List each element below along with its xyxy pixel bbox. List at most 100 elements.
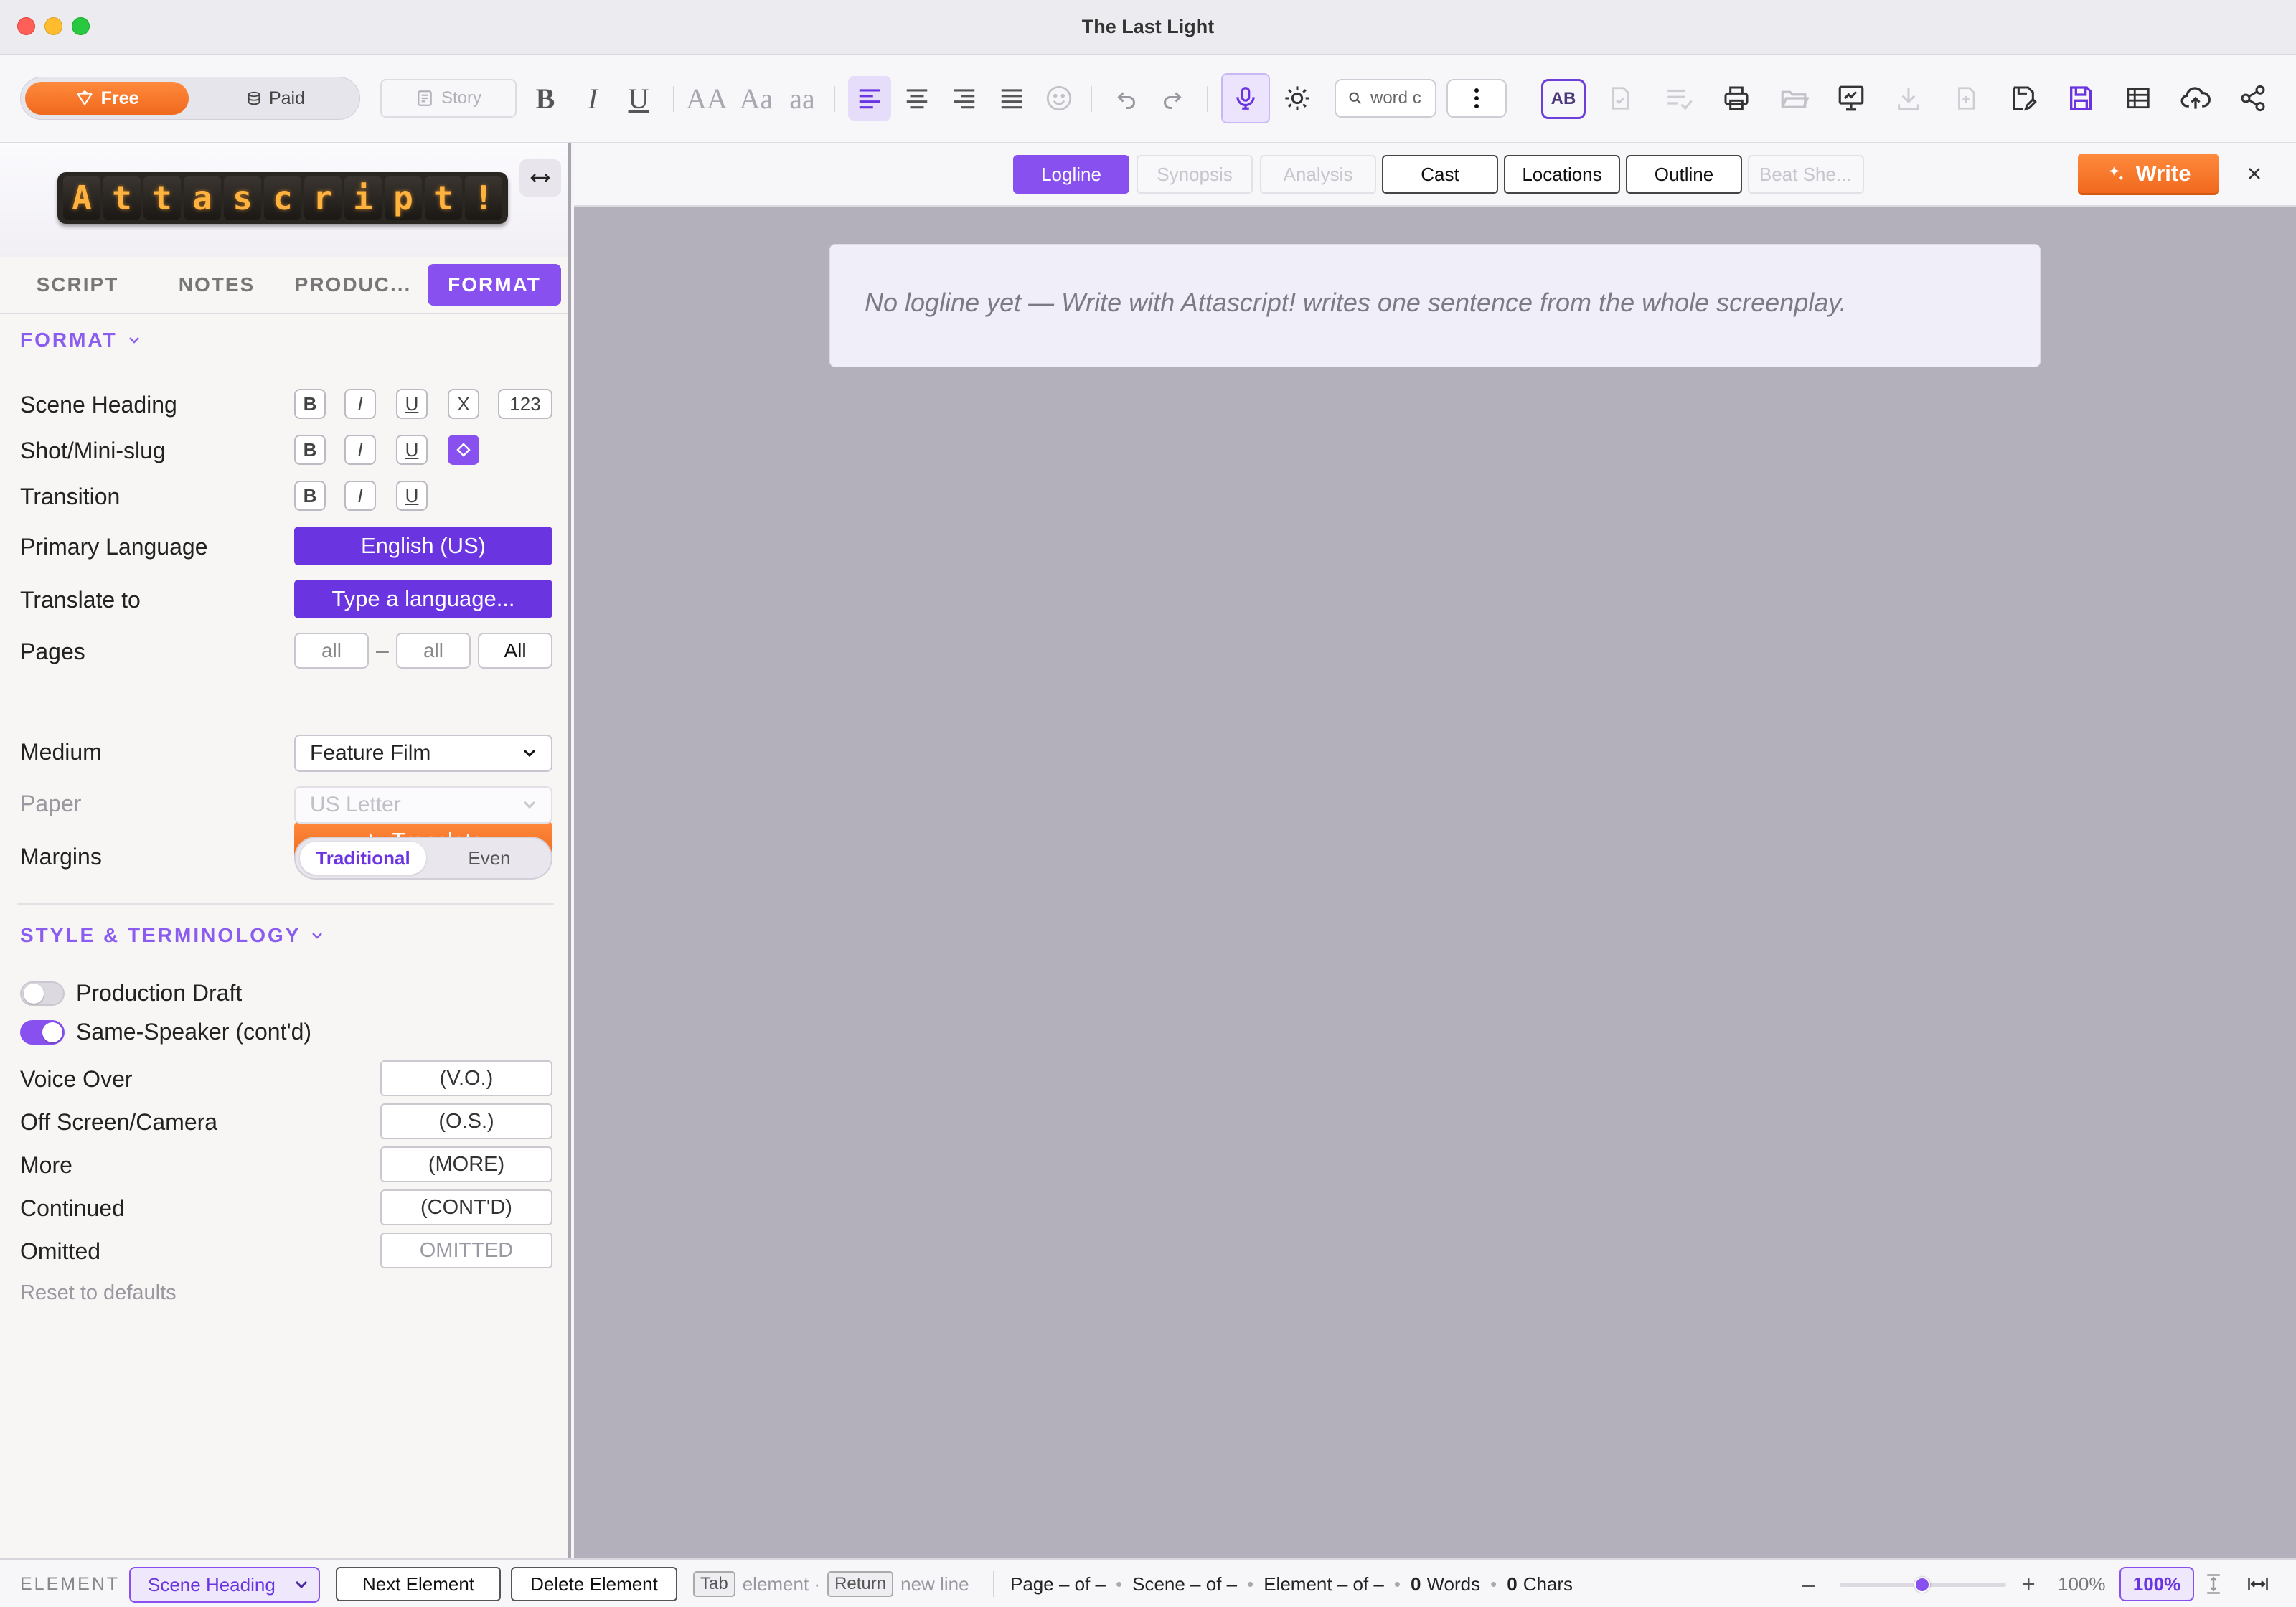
more-options-button[interactable] xyxy=(1446,79,1507,118)
fit-width-button[interactable] xyxy=(2246,1560,2270,1607)
scene-numbering-button[interactable]: 123 xyxy=(498,389,552,419)
scene-heading-underline-button[interactable]: U xyxy=(396,389,428,419)
lowercase-button[interactable]: aa xyxy=(782,79,822,118)
uppercase-button[interactable]: AA xyxy=(684,79,729,118)
primary-language-select[interactable]: English (US) xyxy=(294,527,552,565)
tab-logline[interactable]: Logline xyxy=(1013,155,1129,194)
cloud-upload-button[interactable] xyxy=(2174,76,2217,121)
plan-paid-option[interactable]: Paid xyxy=(200,82,351,115)
tab-production[interactable]: PRODUC... xyxy=(287,264,419,306)
margins-traditional-option[interactable]: Traditional xyxy=(300,842,426,875)
theme-button[interactable] xyxy=(1276,76,1319,121)
transition-bold-button[interactable]: B xyxy=(294,481,326,511)
next-element-button[interactable]: Next Element xyxy=(336,1567,501,1601)
toolbar-divider xyxy=(1207,86,1208,112)
logline-placeholder: No logline yet — Write with Attascript! … xyxy=(865,288,1847,317)
zoom-out-button[interactable]: – xyxy=(1802,1560,1815,1607)
zoom-slider-handle[interactable] xyxy=(1914,1577,1930,1593)
track-changes-button[interactable] xyxy=(1599,76,1642,121)
checklist-button[interactable] xyxy=(1657,76,1700,121)
spellcheck-button[interactable]: AB xyxy=(1541,79,1586,119)
fit-height-button[interactable] xyxy=(2203,1560,2224,1607)
margins-even-option[interactable]: Even xyxy=(432,842,547,875)
print-button[interactable] xyxy=(1715,76,1758,121)
reset-defaults-link[interactable]: Reset to defaults xyxy=(20,1281,177,1305)
continued-input[interactable]: (CONT'D) xyxy=(380,1189,552,1225)
shot-underline-button[interactable]: U xyxy=(396,435,428,465)
pages-all-button[interactable]: All xyxy=(478,633,552,669)
element-type-select[interactable]: Scene Heading xyxy=(129,1567,320,1603)
import-button[interactable] xyxy=(1887,76,1930,121)
tab-outline[interactable]: Outline xyxy=(1626,155,1742,194)
transition-italic-button[interactable]: I xyxy=(344,481,376,511)
bold-button[interactable]: B xyxy=(530,79,561,118)
expand-sidebar-button[interactable] xyxy=(519,159,561,197)
shot-style-button[interactable] xyxy=(448,435,479,465)
transition-underline-button[interactable]: U xyxy=(396,481,428,511)
save-button[interactable] xyxy=(2059,76,2102,121)
new-file-button[interactable] xyxy=(1944,76,1987,121)
align-left-button[interactable] xyxy=(848,76,891,121)
voice-over-input[interactable]: (V.O.) xyxy=(380,1060,552,1096)
same-speaker-toggle[interactable] xyxy=(20,1020,65,1045)
save-as-button[interactable] xyxy=(2002,76,2045,121)
story-button[interactable]: Story xyxy=(380,79,517,118)
align-right-icon xyxy=(951,85,978,112)
write-button[interactable]: Write xyxy=(2078,154,2219,195)
share-button[interactable] xyxy=(2231,76,2274,121)
plan-toggle[interactable]: Free Paid xyxy=(20,77,360,120)
plan-free-option[interactable]: Free xyxy=(25,82,189,115)
table-button[interactable] xyxy=(2117,76,2160,121)
titlecase-button[interactable]: Aa xyxy=(735,79,778,118)
delete-element-button[interactable]: Delete Element xyxy=(511,1567,677,1601)
margins-toggle[interactable]: Traditional Even xyxy=(294,837,552,880)
cloud-upload-icon xyxy=(2180,83,2211,114)
paper-select: US Letter xyxy=(294,786,552,824)
underline-button[interactable]: U xyxy=(623,79,654,118)
editor-canvas[interactable]: No logline yet — Write with Attascript! … xyxy=(574,207,2296,1558)
close-panel-button[interactable] xyxy=(2239,158,2270,189)
dictation-button[interactable] xyxy=(1221,73,1270,123)
zoom-in-button[interactable]: + xyxy=(2022,1560,2036,1607)
tab-notes[interactable]: NOTES xyxy=(159,264,274,306)
redo-button[interactable] xyxy=(1151,76,1194,121)
align-right-button[interactable] xyxy=(943,76,986,121)
tab-locations[interactable]: Locations xyxy=(1504,155,1620,194)
translate-to-input[interactable]: Type a language... xyxy=(294,580,552,618)
shot-italic-button[interactable]: I xyxy=(344,435,376,465)
scene-heading-italic-button[interactable]: I xyxy=(344,389,376,419)
sidebar: At t a s c r i p t! SCRIPT NOTES PRODUC... FORMA… xyxy=(0,143,571,1558)
omitted-input[interactable]: OMITTED xyxy=(380,1233,552,1268)
redo-icon xyxy=(1159,85,1185,111)
format-section-header[interactable]: FORMAT xyxy=(20,329,141,352)
align-center-button[interactable] xyxy=(895,76,938,121)
style-section-header[interactable]: STYLE & TERMINOLOGY xyxy=(20,924,324,947)
italic-button[interactable]: I xyxy=(578,79,607,118)
production-draft-toggle[interactable] xyxy=(20,981,65,1006)
off-screen-input[interactable]: (O.S.) xyxy=(380,1103,552,1139)
emoji-button[interactable] xyxy=(1038,76,1081,121)
shot-bold-button[interactable]: B xyxy=(294,435,326,465)
zoom-input[interactable]: 100% xyxy=(2119,1567,2194,1601)
logline-card[interactable]: No logline yet — Write with Attascript! … xyxy=(829,244,2041,367)
open-folder-button[interactable] xyxy=(1772,76,1815,121)
spellcheck-label: AB xyxy=(1551,89,1576,108)
tab-script[interactable]: SCRIPT xyxy=(20,264,135,306)
scene-heading-bold-button[interactable]: B xyxy=(294,389,326,419)
pages-to-input[interactable]: all xyxy=(396,633,471,669)
fit-width-icon xyxy=(2246,1573,2270,1595)
shot-mini-slug-label: Shot/Mini-slug xyxy=(20,438,166,463)
logo-letter: s xyxy=(224,176,261,220)
tab-format[interactable]: FORMAT xyxy=(428,264,561,306)
scene-heading-clear-button[interactable]: X xyxy=(448,389,479,419)
more-vertical-icon xyxy=(1473,87,1480,110)
pages-from-input[interactable]: all xyxy=(294,633,369,669)
more-input[interactable]: (MORE) xyxy=(380,1146,552,1182)
tab-cast[interactable]: Cast xyxy=(1382,155,1498,194)
search-field[interactable]: word c xyxy=(1335,79,1436,118)
present-button[interactable] xyxy=(1830,76,1873,121)
justify-button[interactable] xyxy=(990,76,1033,121)
medium-select[interactable]: Feature Film xyxy=(294,735,552,772)
undo-button[interactable] xyxy=(1105,76,1148,121)
justify-icon xyxy=(998,85,1025,112)
